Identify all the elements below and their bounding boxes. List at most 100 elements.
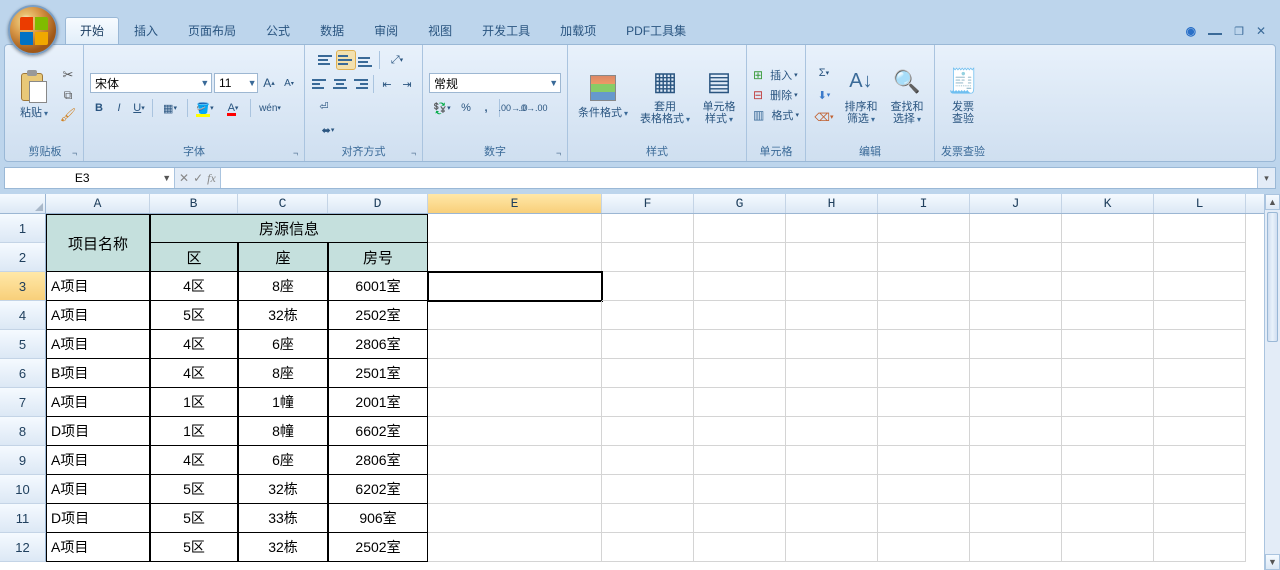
cell-L7[interactable] [1154,388,1246,417]
cell-C3[interactable]: 8座 [238,272,328,301]
format-as-table-button[interactable]: ▦套用 表格格式 [636,55,694,135]
cell-G11[interactable] [694,504,786,533]
scroll-down-button[interactable]: ▼ [1265,554,1280,570]
cell-D3[interactable]: 6001室 [328,272,428,301]
cell-F10[interactable] [602,475,694,504]
tab-页面布局[interactable]: 页面布局 [173,17,251,45]
tab-加载项[interactable]: 加载项 [545,17,611,45]
cell-L12[interactable] [1154,533,1246,562]
invoice-check-button[interactable]: 🧾发票 查验 [942,55,984,135]
tab-数据[interactable]: 数据 [305,17,359,45]
font-size-input[interactable] [215,76,247,90]
decrease-decimal-button[interactable]: .0→.00 [524,99,542,117]
font-size-dropdown[interactable]: ▼ [247,78,257,88]
phonetic-button[interactable]: wén▾ [255,99,285,117]
align-center-button[interactable] [331,75,349,93]
cell-G8[interactable] [694,417,786,446]
delete-cells-button[interactable]: ⊟ 删除▾ [753,87,799,103]
help-icon[interactable]: ◉ [1186,24,1196,38]
row-header-5[interactable]: 5 [0,330,46,359]
merge-center-button[interactable]: ⬌▾ [313,119,343,141]
row-header-2[interactable]: 2 [0,243,46,272]
cell-E3[interactable] [428,272,602,301]
cell-I6[interactable] [878,359,970,388]
column-header-J[interactable]: J [970,194,1062,213]
cell-D11[interactable]: 906室 [328,504,428,533]
column-header-G[interactable]: G [694,194,786,213]
column-header-D[interactable]: D [328,194,428,213]
cell-K5[interactable] [1062,330,1154,359]
cell-A8[interactable]: D项目 [46,417,150,446]
cell-C11[interactable]: 33栋 [238,504,328,533]
tab-开发工具[interactable]: 开发工具 [467,17,545,45]
row-header-9[interactable]: 9 [0,446,46,475]
cell-H6[interactable] [786,359,878,388]
decrease-font-button[interactable]: A▾ [280,74,298,92]
restore-window-icon[interactable]: ❐ [1234,25,1244,38]
cell-A11[interactable]: D项目 [46,504,150,533]
column-header-H[interactable]: H [786,194,878,213]
cell-L10[interactable] [1154,475,1246,504]
cell-A6[interactable]: B项目 [46,359,150,388]
cell-B11[interactable]: 5区 [150,504,238,533]
cell-G12[interactable] [694,533,786,562]
scroll-up-button[interactable]: ▲ [1265,194,1280,210]
name-box-dropdown[interactable]: ▼ [159,173,174,183]
cell-C7[interactable]: 1幢 [238,388,328,417]
cell-J5[interactable] [970,330,1062,359]
cell-L6[interactable] [1154,359,1246,388]
cell-K7[interactable] [1062,388,1154,417]
cell-B9[interactable]: 4区 [150,446,238,475]
clear-button[interactable]: ⌫▾ [812,108,836,126]
cell-J9[interactable] [970,446,1062,475]
cell-J11[interactable] [970,504,1062,533]
cell-E12[interactable] [428,533,602,562]
align-left-button[interactable] [311,75,329,93]
cell-J3[interactable] [970,272,1062,301]
orientation-button[interactable]: ⤢▾ [384,51,410,69]
cell-G3[interactable] [694,272,786,301]
cell-I8[interactable] [878,417,970,446]
cell-H2[interactable] [786,243,878,272]
column-header-F[interactable]: F [602,194,694,213]
cell-G4[interactable] [694,301,786,330]
cell-B10[interactable]: 5区 [150,475,238,504]
tab-PDF工具集[interactable]: PDF工具集 [611,17,701,45]
insert-function-button[interactable]: fx [207,171,216,186]
column-header-A[interactable]: A [46,194,150,213]
tab-审阅[interactable]: 审阅 [359,17,413,45]
cell-I7[interactable] [878,388,970,417]
cell-F3[interactable] [602,272,694,301]
tab-插入[interactable]: 插入 [119,17,173,45]
cell-I12[interactable] [878,533,970,562]
row-header-10[interactable]: 10 [0,475,46,504]
cut-button[interactable]: ✂ [59,66,77,84]
cell-F5[interactable] [602,330,694,359]
cell-H12[interactable] [786,533,878,562]
percent-button[interactable]: % [457,99,475,117]
sort-filter-button[interactable]: A↓排序和 筛选 [840,55,882,135]
font-name-input[interactable] [91,76,199,90]
tab-公式[interactable]: 公式 [251,17,305,45]
cell-K6[interactable] [1062,359,1154,388]
cell-I2[interactable] [878,243,970,272]
cell-D12[interactable]: 2502室 [328,533,428,562]
cell-G2[interactable] [694,243,786,272]
cell-H1[interactable] [786,214,878,243]
cell-J10[interactable] [970,475,1062,504]
cell-A10[interactable]: A项目 [46,475,150,504]
copy-button[interactable]: ⧉ [59,86,77,104]
cell-D8[interactable]: 6602室 [328,417,428,446]
close-window-icon[interactable]: ✕ [1256,24,1266,38]
cell-D10[interactable]: 6202室 [328,475,428,504]
autosum-button[interactable]: Σ▾ [812,64,836,82]
cell-F4[interactable] [602,301,694,330]
cell-G10[interactable] [694,475,786,504]
cell-I9[interactable] [878,446,970,475]
cell-B2[interactable]: 区 [150,243,238,272]
cell-C6[interactable]: 8座 [238,359,328,388]
tab-开始[interactable]: 开始 [65,17,119,45]
cell-J8[interactable] [970,417,1062,446]
row-header-11[interactable]: 11 [0,504,46,533]
italic-button[interactable]: I [110,99,128,117]
